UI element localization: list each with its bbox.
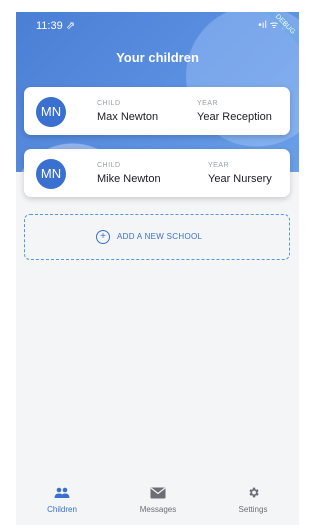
child-label: CHILD <box>97 100 121 107</box>
nav-item-settings[interactable]: Settings <box>213 486 293 514</box>
phone-screen: 11:39 ⇗ •ıl ᯤ ▮ DEBUG Your children MN C… <box>16 12 299 525</box>
child-name: Mike Newton <box>97 173 161 185</box>
year-label: YEAR <box>197 100 219 107</box>
nav-label: Messages <box>139 505 177 514</box>
nav-label: Children <box>47 505 77 514</box>
add-school-label: ADD A NEW SCHOOL <box>117 232 203 241</box>
nav-label: Settings <box>238 505 268 514</box>
gear-icon <box>213 486 293 502</box>
bottom-nav: Children Messages Settings <box>16 484 299 525</box>
child-card[interactable]: MN CHILD Max Newton YEAR Year Reception <box>24 87 290 135</box>
plus-circle-icon: + <box>96 230 110 244</box>
child-card[interactable]: MN CHILD Mike Newton YEAR Year Nursery <box>24 149 290 197</box>
page-title: Your children <box>116 50 199 65</box>
add-school-button[interactable]: + ADD A NEW SCHOOL <box>24 214 290 260</box>
envelope-icon <box>118 486 198 502</box>
nav-item-messages[interactable]: Messages <box>118 486 198 514</box>
child-year: Year Nursery <box>208 173 272 185</box>
status-bar: 11:39 ⇗ •ıl ᯤ ▮ <box>16 12 299 34</box>
nav-item-children[interactable]: Children <box>22 486 102 514</box>
avatar: MN <box>36 159 66 189</box>
year-label: YEAR <box>208 162 230 169</box>
child-label: CHILD <box>97 162 121 169</box>
people-icon <box>22 486 102 502</box>
child-year: Year Reception <box>197 111 272 123</box>
avatar: MN <box>36 97 66 127</box>
child-name: Max Newton <box>97 111 159 123</box>
status-time: 11:39 ⇗ <box>36 20 75 32</box>
